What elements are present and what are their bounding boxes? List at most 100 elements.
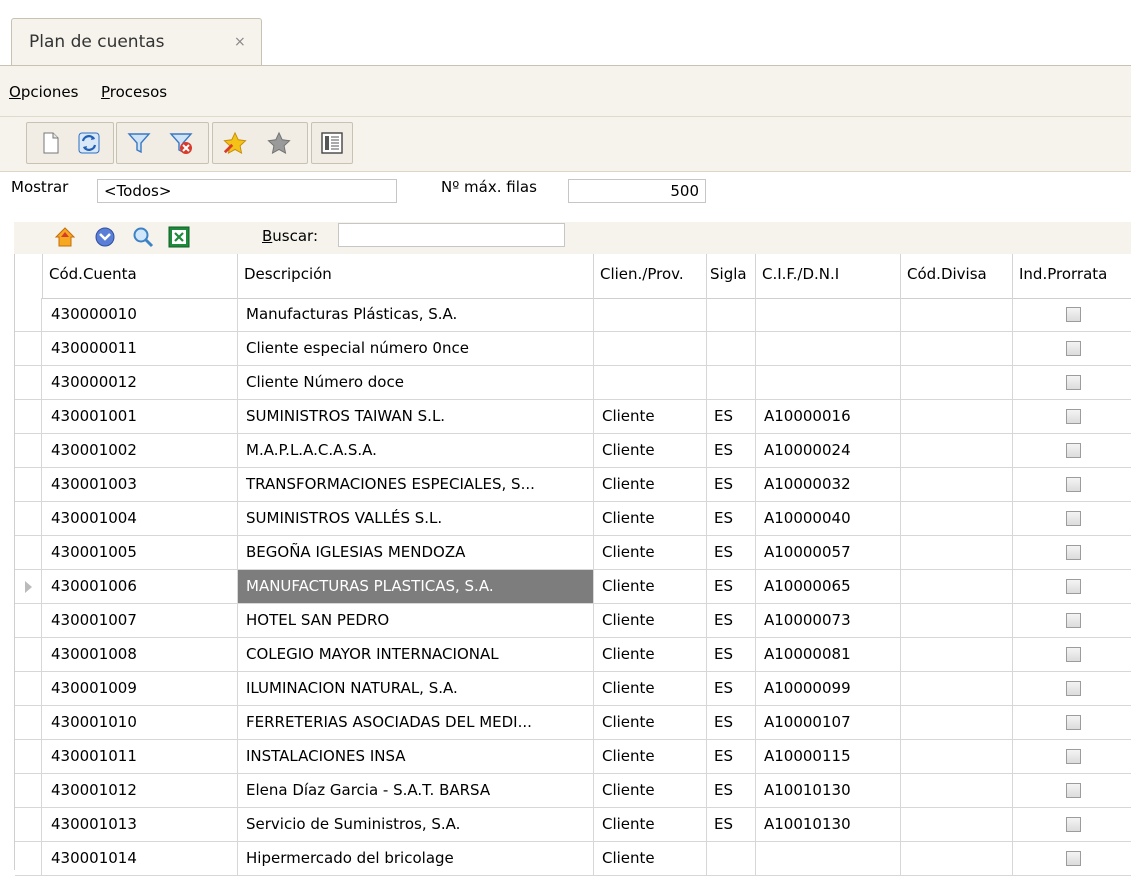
row-indicator[interactable] — [15, 740, 42, 773]
header-cod-cuenta[interactable]: Cód.Cuenta — [43, 254, 238, 298]
go-first-icon[interactable] — [54, 226, 76, 248]
row-indicator[interactable] — [15, 604, 42, 637]
header-cif[interactable]: C.I.F./D.N.I — [756, 254, 901, 298]
tab-close-icon[interactable]: × — [234, 34, 246, 50]
table-row[interactable]: 430001004 SUMINISTROS VALLÉS S.L. Cliente E… — [15, 502, 1131, 536]
cell-cif[interactable]: A10000024 — [756, 434, 901, 467]
ind-prorrata-checkbox[interactable] — [1066, 477, 1081, 492]
tab-plan-de-cuentas[interactable]: Plan de cuentas × — [11, 18, 262, 66]
table-row[interactable]: 430000010 Manufacturas Plásticas, S.A. — [15, 298, 1131, 332]
row-indicator[interactable] — [15, 774, 42, 807]
cell-cod-divisa[interactable] — [901, 502, 1013, 535]
cell-sigla[interactable]: ES — [707, 638, 756, 671]
table-row[interactable]: 430000012 Cliente Número doce — [15, 366, 1131, 400]
ind-prorrata-checkbox[interactable] — [1066, 443, 1081, 458]
refresh-icon[interactable] — [77, 131, 101, 155]
row-indicator[interactable] — [15, 434, 42, 467]
cell-clien-prov[interactable]: Cliente — [594, 774, 707, 807]
cell-clien-prov[interactable]: Cliente — [594, 468, 707, 501]
cell-descripcion[interactable]: SUMINISTROS VALLÉS S.L. — [238, 502, 594, 535]
row-indicator[interactable] — [15, 332, 42, 365]
ind-prorrata-checkbox[interactable] — [1066, 613, 1081, 628]
cell-descripcion[interactable]: TRANSFORMACIONES ESPECIALES, S... — [238, 468, 594, 501]
cell-cod-cuenta[interactable]: 430001010 — [43, 706, 238, 739]
table-row[interactable]: 430001006 MANUFACTURAS PLASTICAS, S.A. Cli… — [15, 570, 1131, 604]
cell-sigla[interactable]: ES — [707, 706, 756, 739]
header-cod-divisa[interactable]: Cód.Divisa — [901, 254, 1013, 298]
cell-clien-prov[interactable]: Cliente — [594, 740, 707, 773]
cell-cod-divisa[interactable] — [901, 808, 1013, 841]
cell-sigla[interactable]: ES — [707, 808, 756, 841]
row-indicator[interactable] — [15, 502, 42, 535]
cell-cod-divisa[interactable] — [901, 434, 1013, 467]
cell-sigla[interactable]: ES — [707, 774, 756, 807]
table-row[interactable]: 430001003 TRANSFORMACIONES ESPECIALES, S.… — [15, 468, 1131, 502]
table-row[interactable]: 430001001 SUMINISTROS TAIWAN S.L. Cliente E… — [15, 400, 1131, 434]
ind-prorrata-checkbox[interactable] — [1066, 851, 1081, 866]
cell-cif[interactable]: A10000057 — [756, 536, 901, 569]
cell-cif[interactable]: A10000065 — [756, 570, 901, 603]
cell-cod-cuenta[interactable]: 430001009 — [43, 672, 238, 705]
cell-descripcion[interactable]: Hipermercado del bricolage — [238, 842, 594, 875]
cell-sigla[interactable]: ES — [707, 570, 756, 603]
cell-cod-divisa[interactable] — [901, 400, 1013, 433]
table-row[interactable]: 430001008 COLEGIO MAYOR INTERNACIONAL Clie… — [15, 638, 1131, 672]
header-clien-prov[interactable]: Clien./Prov. — [594, 254, 707, 298]
filter-icon[interactable] — [127, 131, 151, 155]
cell-descripcion[interactable]: INSTALACIONES INSA — [238, 740, 594, 773]
cell-cod-divisa[interactable] — [901, 638, 1013, 671]
row-indicator[interactable] — [15, 400, 42, 433]
cell-descripcion[interactable]: SUMINISTROS TAIWAN S.L. — [238, 400, 594, 433]
row-indicator[interactable] — [15, 298, 42, 331]
cell-sigla[interactable]: ES — [707, 536, 756, 569]
cell-cod-cuenta[interactable]: 430001013 — [43, 808, 238, 841]
cell-cif[interactable]: A10000115 — [756, 740, 901, 773]
cell-clien-prov[interactable] — [594, 332, 707, 365]
header-descripcion[interactable]: Descripción — [238, 254, 594, 298]
cell-cod-divisa[interactable] — [901, 740, 1013, 773]
cell-descripcion[interactable]: M.A.P.L.A.C.A.S.A. — [238, 434, 594, 467]
cell-cif[interactable]: A10000081 — [756, 638, 901, 671]
table-row[interactable]: 430001011 INSTALACIONES INSA Cliente ES A100… — [15, 740, 1131, 774]
cell-sigla[interactable] — [707, 298, 756, 331]
cell-cod-divisa[interactable] — [901, 298, 1013, 331]
ind-prorrata-checkbox[interactable] — [1066, 817, 1081, 832]
new-document-icon[interactable] — [39, 131, 63, 155]
cell-cif[interactable]: A10000107 — [756, 706, 901, 739]
column-chooser-icon[interactable] — [320, 131, 344, 155]
cell-cod-cuenta[interactable]: 430001005 — [43, 536, 238, 569]
cell-cod-divisa[interactable] — [901, 774, 1013, 807]
go-last-icon[interactable] — [94, 226, 116, 248]
table-row[interactable]: 430001013 Servicio de Suministros, S.A. Cl… — [15, 808, 1131, 842]
cell-sigla[interactable]: ES — [707, 468, 756, 501]
menu-opciones[interactable]: Opciones — [9, 83, 78, 101]
ind-prorrata-checkbox[interactable] — [1066, 681, 1081, 696]
row-indicator[interactable] — [15, 672, 42, 705]
row-indicator[interactable] — [15, 808, 42, 841]
table-row[interactable]: 430001014 Hipermercado del bricolage Clien… — [15, 842, 1131, 876]
cell-clien-prov[interactable]: Cliente — [594, 434, 707, 467]
cell-clien-prov[interactable]: Cliente — [594, 808, 707, 841]
cell-cif[interactable]: A10010130 — [756, 774, 901, 807]
row-indicator[interactable] — [15, 536, 42, 569]
cell-clien-prov[interactable]: Cliente — [594, 638, 707, 671]
cell-cod-cuenta[interactable]: 430001003 — [43, 468, 238, 501]
table-row[interactable]: 430001012 Elena Díaz Garcia - S.A.T. BARS… — [15, 774, 1131, 808]
cell-cod-divisa[interactable] — [901, 842, 1013, 875]
cell-descripcion[interactable]: ILUMINACION NATURAL, S.A. — [238, 672, 594, 705]
table-row[interactable]: 430001007 HOTEL SAN PEDRO Cliente ES A100000… — [15, 604, 1131, 638]
mostrar-field[interactable]: <Todos> — [97, 179, 397, 203]
cell-sigla[interactable]: ES — [707, 400, 756, 433]
cell-cif[interactable] — [756, 842, 901, 875]
ind-prorrata-checkbox[interactable] — [1066, 341, 1081, 356]
cell-descripcion[interactable]: Cliente Número doce — [238, 366, 594, 399]
cell-descripcion[interactable]: FERRETERIAS ASOCIADAS DEL MEDI... — [238, 706, 594, 739]
cell-descripcion[interactable]: Cliente especial número 0nce — [238, 332, 594, 365]
cell-cif[interactable] — [756, 332, 901, 365]
ind-prorrata-checkbox[interactable] — [1066, 545, 1081, 560]
cell-descripcion[interactable]: Manufacturas Plásticas, S.A. — [238, 298, 594, 331]
cell-cod-divisa[interactable] — [901, 570, 1013, 603]
cell-sigla[interactable]: ES — [707, 604, 756, 637]
cell-descripcion[interactable]: Elena Díaz Garcia - S.A.T. BARSA — [238, 774, 594, 807]
cell-cod-cuenta[interactable]: 430001006 — [43, 570, 238, 603]
